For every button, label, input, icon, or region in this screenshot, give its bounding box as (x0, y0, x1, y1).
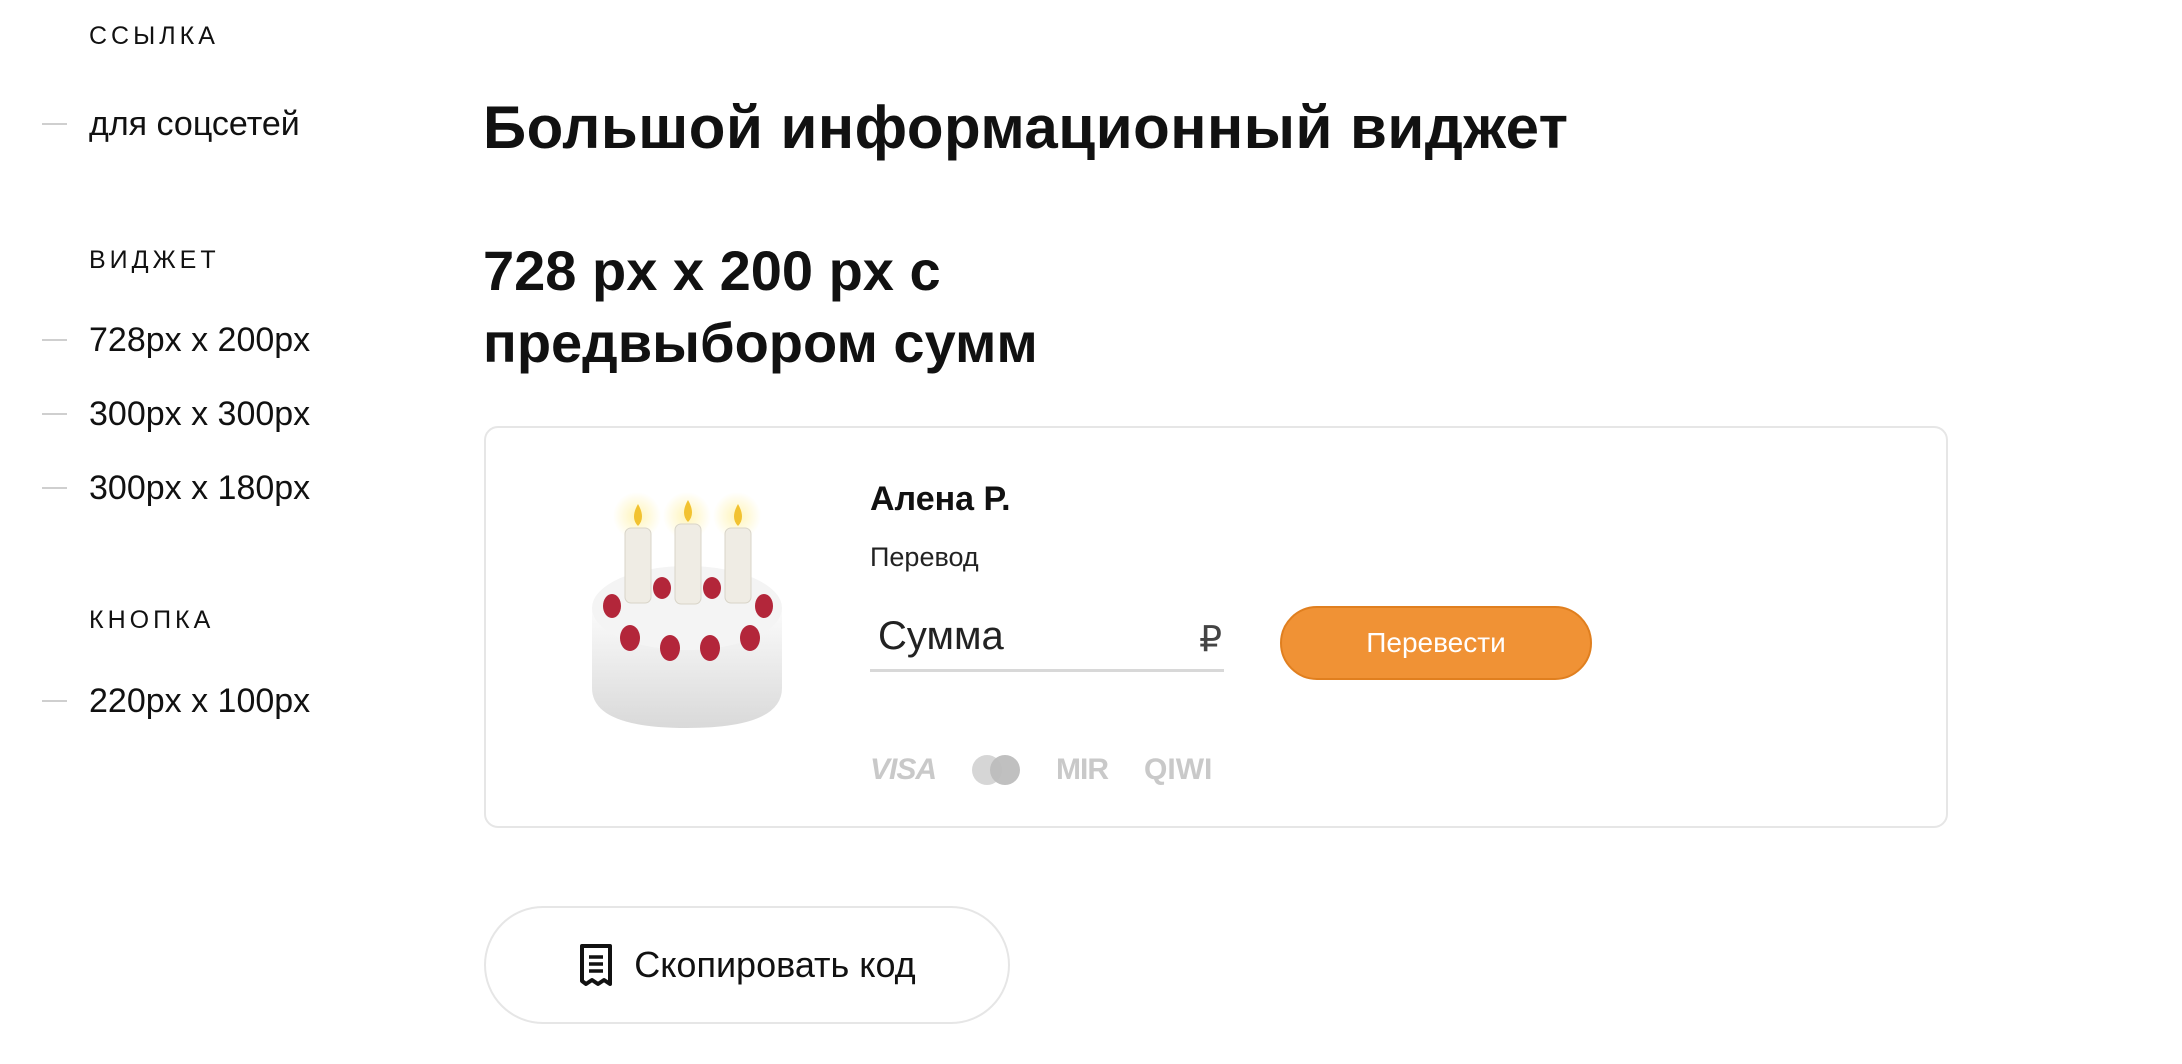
sidebar-item-300x300[interactable]: 300px x 300px (42, 394, 310, 434)
page: ССЫЛКА для соцсетей ВИДЖЕТ 728px x 200px… (0, 0, 2182, 1064)
copy-code-label: Скопировать код (634, 944, 916, 985)
sidebar-item-label: 220px x 100px (89, 681, 311, 720)
mastercard-icon (972, 755, 1021, 785)
sidebar-item-label: для соцсетей (89, 104, 300, 143)
transfer-button[interactable]: Перевести (1280, 606, 1592, 680)
sidebar-item-label: 728px x 200px (89, 320, 311, 359)
dash-marker (42, 339, 67, 341)
sidebar: ССЫЛКА для соцсетей ВИДЖЕТ 728px x 200px… (0, 0, 430, 1064)
currency-symbol: ₽ (1199, 618, 1222, 659)
page-title: Большой информационный виджет (483, 94, 1569, 161)
widget-heading: 728 px x 200 px с предвыбором сумм (483, 239, 1038, 374)
author-name: Алена Р. (870, 480, 1011, 518)
birthday-cake-icon (592, 492, 782, 728)
dash-marker (42, 413, 67, 415)
visa-logo: VISA (870, 753, 937, 786)
sidebar-item-label: 300px x 180px (89, 468, 311, 507)
sidebar-item-728x200[interactable]: 728px x 200px (42, 320, 310, 360)
sidebar-item-social[interactable]: для соцсетей (42, 104, 300, 144)
section-title-widget: ВИДЖЕТ (89, 246, 220, 274)
payment-methods: VISA MIR QIWI (870, 750, 1248, 790)
sidebar-item-label: 300px x 300px (89, 394, 311, 433)
mir-logo: MIR (1056, 753, 1109, 786)
section-title-link: ССЫЛКА (89, 22, 219, 50)
dash-marker (42, 487, 67, 489)
qiwi-logo: QIWI (1144, 753, 1213, 786)
dash-marker (42, 123, 67, 125)
amount-input[interactable] (870, 614, 1160, 659)
widget-preview: Алена Р. Перевод ₽ Перевести VISA MIR QI… (484, 426, 1948, 828)
sidebar-item-300x180[interactable]: 300px x 180px (42, 468, 310, 508)
sidebar-item-220x100[interactable]: 220px x 100px (42, 681, 310, 721)
amount-field: ₽ (870, 604, 1224, 672)
copy-code-button[interactable]: Скопировать код (484, 906, 1010, 1024)
section-title-button: КНОПКА (89, 606, 215, 634)
dash-marker (42, 700, 67, 702)
document-icon (580, 944, 613, 986)
widget-label: Перевод (870, 542, 979, 572)
